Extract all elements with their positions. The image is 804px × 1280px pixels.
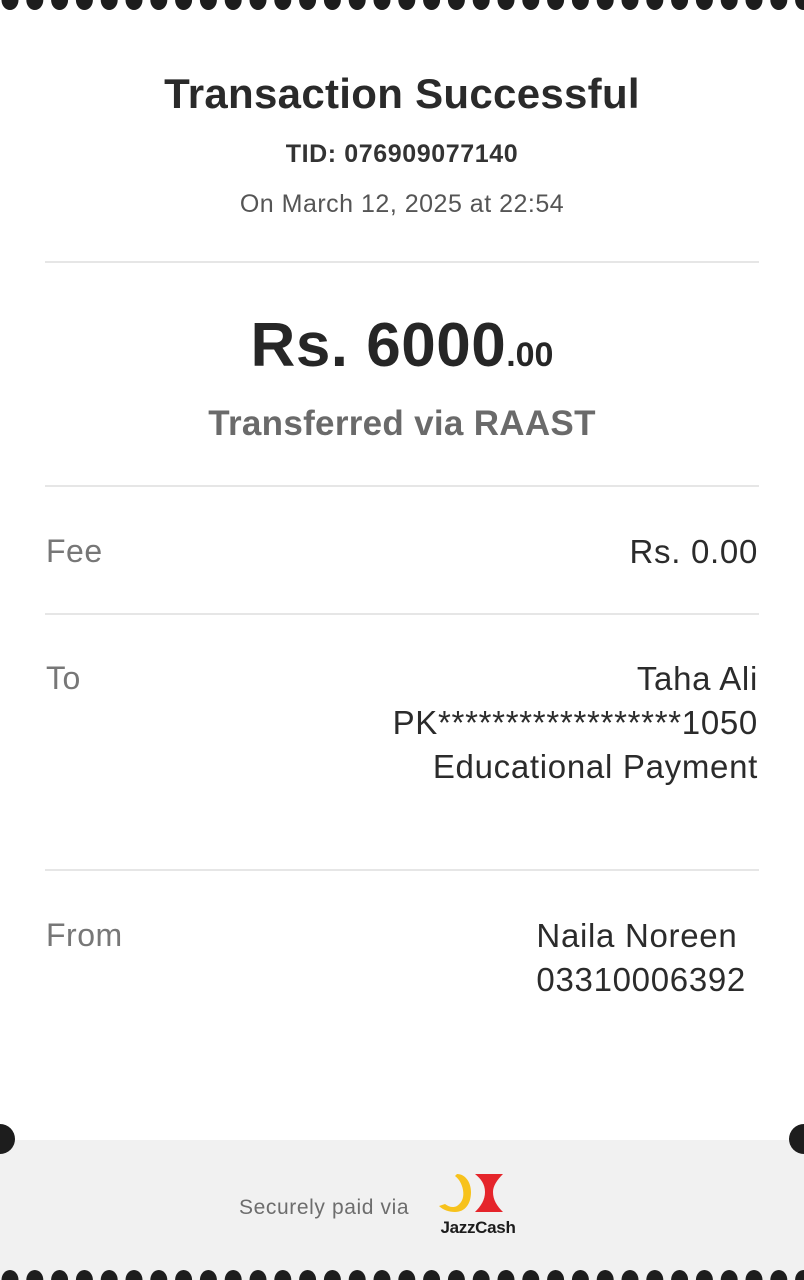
perforation-dot [51, 0, 69, 10]
divider [45, 485, 759, 487]
perforation-dot [274, 0, 292, 10]
sender-name: Naila Noreen [536, 917, 738, 954]
secure-payment-text: Securely paid via [239, 1196, 410, 1219]
recipient-account: PK******************1050 [392, 704, 758, 741]
perforation-dot [770, 1270, 788, 1280]
sender-phone: 03310006392 [536, 961, 746, 998]
perforation-dot [199, 0, 217, 10]
perforation-dot [522, 0, 540, 10]
perforation-dot [100, 0, 118, 10]
perforation-dot [75, 0, 93, 10]
perforation-dot [497, 0, 515, 10]
payment-purpose: Educational Payment [432, 748, 758, 785]
perforation-dot [249, 0, 267, 10]
perforation-dot [522, 1270, 540, 1280]
perforation-dot [695, 1270, 713, 1280]
divider [45, 261, 759, 263]
perforation-dot [646, 1270, 664, 1280]
perforation-dot [299, 1270, 317, 1280]
fee-label: Fee [46, 533, 103, 569]
perforation-dot [596, 1270, 614, 1280]
perforation-dot [571, 0, 589, 10]
page-title: Transaction Successful [164, 70, 640, 117]
perforation-dot [348, 1270, 366, 1280]
perforation-dot [596, 0, 614, 10]
perforation-dot [447, 0, 465, 10]
perforation-dot [547, 0, 565, 10]
perforation-dot [1, 1270, 19, 1280]
perforation-dot [373, 0, 391, 10]
recipient-details: Taha Ali PK******************1050 Educat… [393, 657, 758, 789]
perforation-dot [125, 1270, 143, 1280]
perforation-dot [671, 1270, 689, 1280]
perforation-dot [745, 1270, 763, 1280]
perforation-dot [323, 0, 341, 10]
perforation-dot [472, 1270, 490, 1280]
perforation-dot [373, 1270, 391, 1280]
perforation-dot [150, 0, 168, 10]
perforation-dot [720, 0, 738, 10]
perforation-dot [547, 1270, 565, 1280]
perforation-dot [274, 1270, 292, 1280]
perforation-dot [224, 1270, 242, 1280]
recipient-name: Taha Ali [636, 660, 758, 697]
perforation-dot [720, 1270, 738, 1280]
perforation-dot [224, 0, 242, 10]
jazzcash-wordmark: JazzCash [440, 1218, 516, 1237]
perforation-dot [423, 1270, 441, 1280]
transaction-date: On March 12, 2025 at 22:54 [239, 190, 565, 218]
perforation-dot [423, 0, 441, 10]
perforation-dot [646, 0, 664, 10]
divider [45, 613, 759, 615]
perforation-dot [26, 0, 44, 10]
perforation-dot [472, 0, 490, 10]
perforation-dot [621, 0, 639, 10]
amount-decimal: .00 [506, 336, 554, 374]
jazzcash-logo-icon: JazzCash [435, 1170, 525, 1242]
perforation-dot [175, 0, 193, 10]
perforation-dot [199, 1270, 217, 1280]
perforation-dot [770, 0, 788, 10]
from-label: From [46, 917, 123, 953]
perforation-dot [795, 0, 804, 10]
perforation-dot [51, 1270, 69, 1280]
perforation-dot [745, 0, 763, 10]
perforated-edge-bottom [0, 1268, 804, 1280]
transfer-method: Transferred via RAAST [208, 404, 596, 443]
perforation-dot [175, 1270, 193, 1280]
perforation-dot [249, 1270, 267, 1280]
amount-main: Rs. 6000 [250, 311, 507, 380]
divider [45, 869, 759, 871]
perforation-dot [497, 1270, 515, 1280]
perforation-dot [671, 0, 689, 10]
perforation-dot [447, 1270, 465, 1280]
fee-amount: Rs. 0.00 [629, 533, 758, 570]
perforation-dot [621, 1270, 639, 1280]
transaction-receipt: Transaction Successful TID: 076909077140… [0, 0, 804, 1280]
perforation-dot [100, 1270, 118, 1280]
receipt-footer: Securely paid via JazzCash [0, 1140, 804, 1280]
perforation-dot [1, 0, 19, 10]
transaction-amount: Rs. 6000.00 [0, 310, 804, 381]
perforation-dot [75, 1270, 93, 1280]
perforated-edge-top [0, 0, 804, 12]
perforation-dot [323, 1270, 341, 1280]
sender-details: Naila Noreen 03310006392 [536, 914, 746, 1002]
transaction-id: TID: 076909077140 [285, 140, 519, 168]
fee-value: Rs. 0.00 [630, 530, 759, 574]
perforation-dot [26, 1270, 44, 1280]
perforation-dot [125, 0, 143, 10]
perforation-dot [299, 0, 317, 10]
perforation-dot [398, 0, 416, 10]
perforation-dot [150, 1270, 168, 1280]
perforation-dot [795, 1270, 804, 1280]
to-label: To [46, 660, 81, 696]
perforation-dot [695, 0, 713, 10]
perforation-dot [348, 0, 366, 10]
perforation-dot [398, 1270, 416, 1280]
perforation-dot [571, 1270, 589, 1280]
